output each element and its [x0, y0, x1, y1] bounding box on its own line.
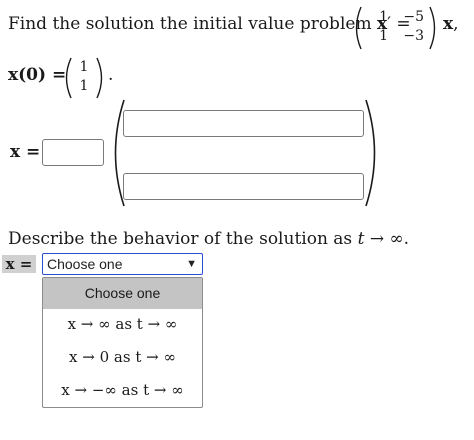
behavior-dropdown-menu: Choose one x → ∞ as t → ∞ x → 0 as t → ∞…: [42, 277, 203, 408]
answer-right-paren: [365, 99, 376, 207]
behavior-question-var: t: [357, 229, 365, 249]
rhs-term: x,: [443, 14, 459, 34]
option-x-to-zero[interactable]: x → 0 as t → ∞: [43, 348, 202, 366]
chevron-down-icon: ▼: [186, 258, 197, 270]
option-x-to-infinity[interactable]: x → ∞ as t → ∞: [43, 315, 202, 333]
answer-lhs: x =: [10, 142, 41, 162]
matrix-right-paren: [429, 6, 436, 50]
rhs-vector: x: [443, 14, 454, 34]
option-x-to-negative-infinity[interactable]: x → −∞ as t → ∞: [43, 381, 202, 399]
initial-vec-2: 1: [79, 78, 89, 94]
scalar-input[interactable]: [42, 139, 104, 166]
dropdown-header-option[interactable]: Choose one: [43, 278, 202, 309]
vector-entry-2-input[interactable]: [123, 173, 364, 200]
behavior-question-text: Describe the behavior of the solution as: [8, 229, 353, 249]
comma: ,: [453, 14, 459, 34]
behavior-question: Describe the behavior of the solution as…: [8, 229, 409, 249]
select-value: Choose one: [47, 256, 123, 272]
matrix-cell-22: −3: [403, 28, 424, 44]
initial-condition-label: x(0) =: [8, 65, 66, 85]
matrix-cell-21: 1: [379, 28, 388, 44]
period: .: [108, 65, 114, 85]
behavior-select[interactable]: Choose one ▼: [42, 253, 203, 275]
initial-vec-1: 1: [79, 59, 89, 75]
matrix-cell-12: −5: [403, 9, 424, 25]
behavior-question-limit: → ∞.: [369, 229, 410, 249]
matrix-cell-11: 1: [379, 9, 388, 25]
initial-left-paren: [65, 57, 72, 99]
initial-right-paren: [96, 57, 103, 99]
select-label-badge: x =: [2, 255, 36, 273]
initial-lhs: x(0) =: [8, 65, 67, 85]
vector-entry-1-input[interactable]: [123, 110, 364, 137]
problem-intro: Find the solution the initial value prob…: [8, 14, 372, 34]
